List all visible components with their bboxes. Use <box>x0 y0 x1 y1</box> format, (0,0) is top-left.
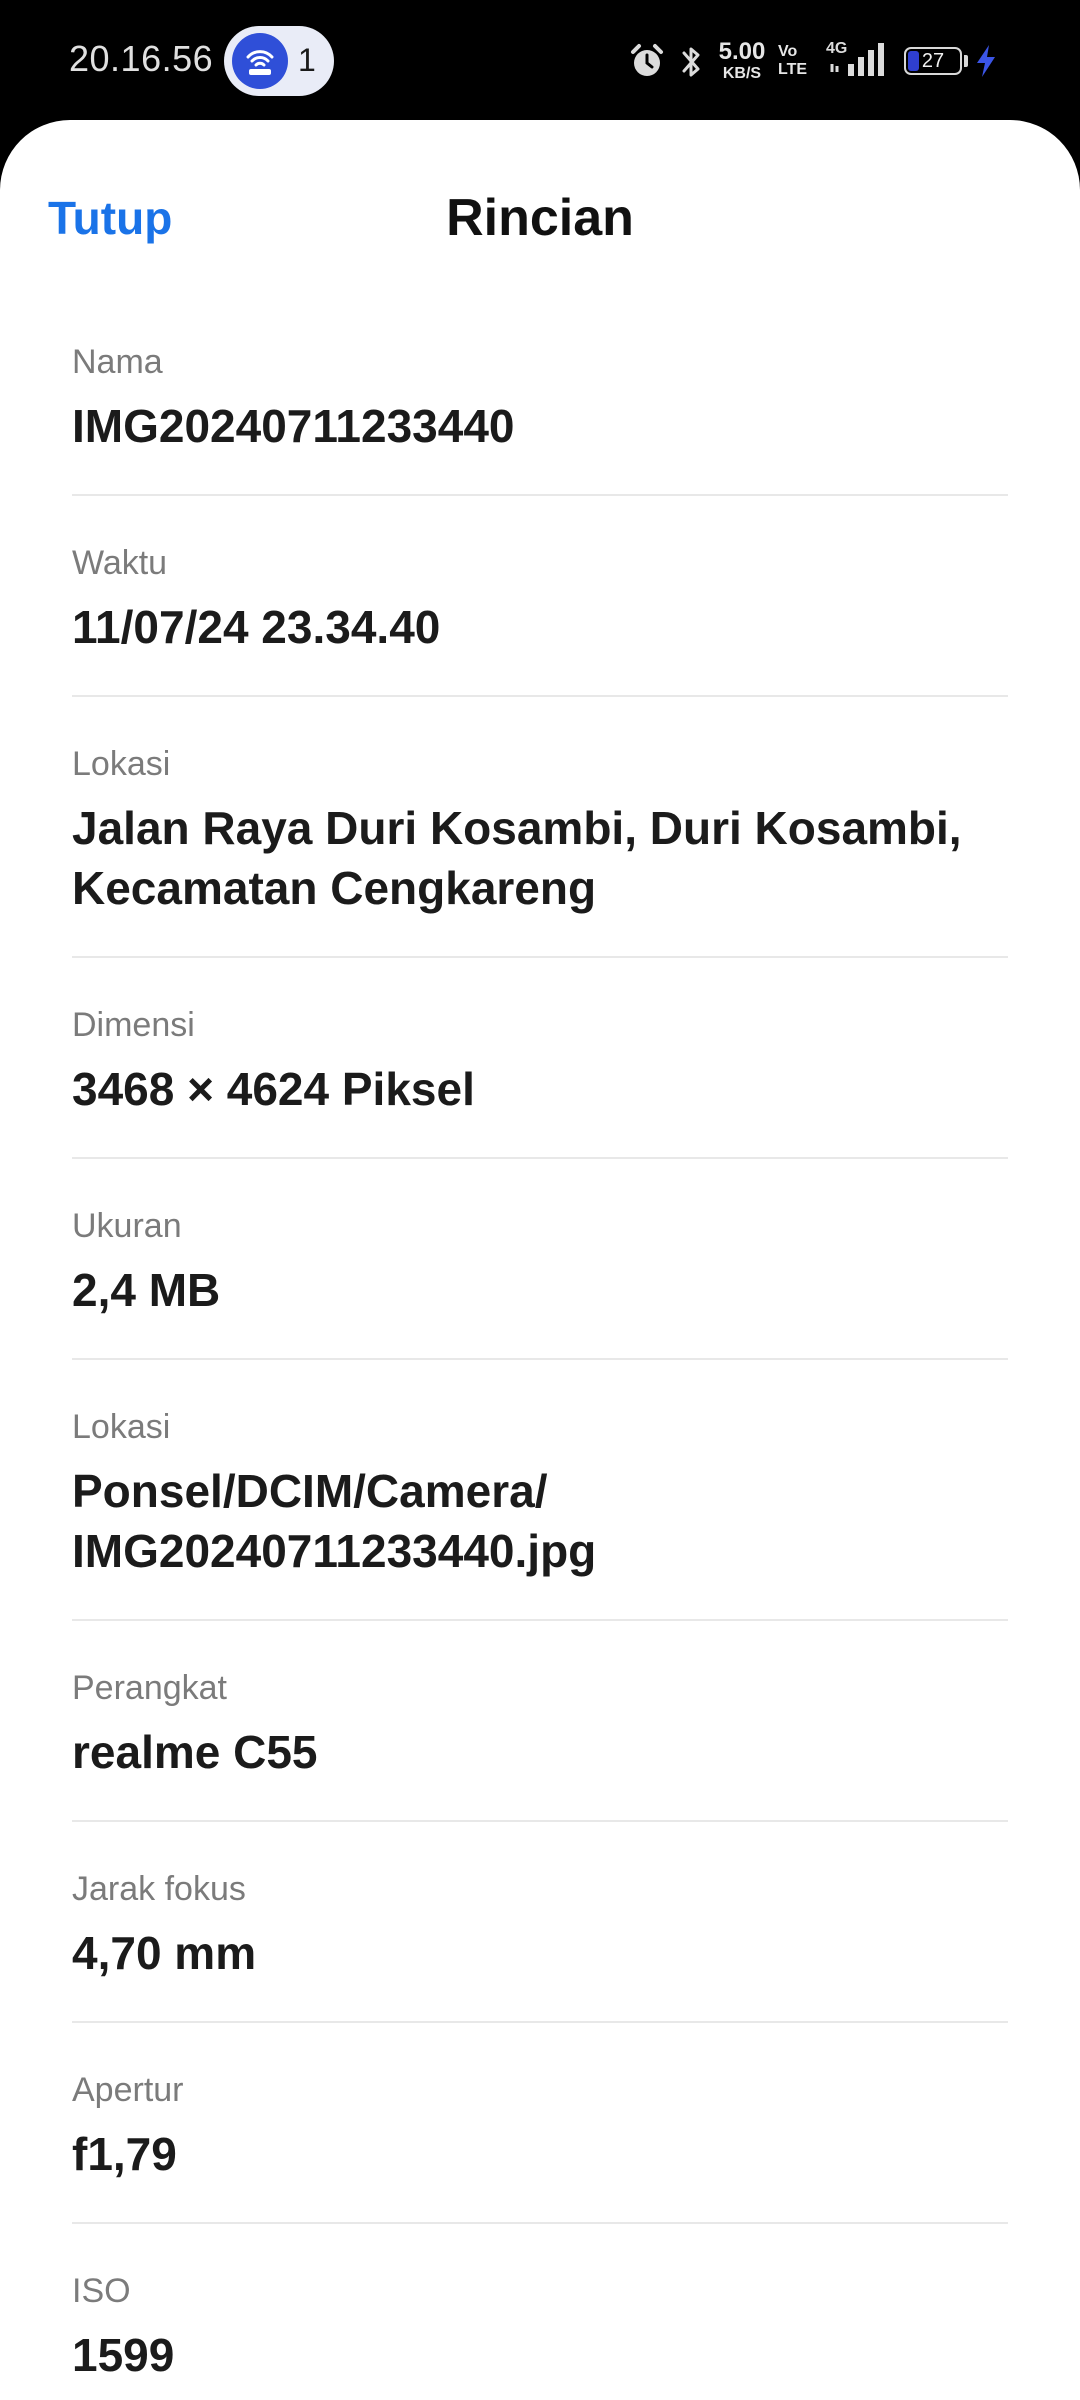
hotspot-icon <box>232 33 288 89</box>
detail-item-path: Lokasi Ponsel/DCIM/Camera/ IMG2024071123… <box>72 1360 1008 1621</box>
detail-label: ISO <box>72 2272 131 2310</box>
detail-item-aperture: Apertur f1,79 <box>72 2023 1008 2224</box>
detail-value: IMG20240711233440 <box>72 400 515 452</box>
detail-item-focal-length: Jarak fokus 4,70 mm <box>72 1822 1008 2023</box>
detail-label: Apertur <box>72 2071 184 2109</box>
detail-label: Jarak fokus <box>72 1870 246 1908</box>
status-bar: 20.16.56 1 5.00 KB/S Vo LTE 4G 27 <box>0 0 1080 120</box>
detail-value: 2,4 MB <box>72 1264 221 1316</box>
detail-item-iso: ISO 1599 <box>72 2224 1008 2400</box>
charging-bolt-icon <box>977 45 995 77</box>
detail-value: 4,70 mm <box>72 1927 257 1979</box>
detail-label: Dimensi <box>72 1006 195 1044</box>
detail-label: Perangkat <box>72 1669 227 1707</box>
detail-value: 1599 <box>72 2329 175 2381</box>
net-speed-unit: KB/S <box>722 65 762 82</box>
detail-value: 3468 × 4624 Piksel <box>72 1063 475 1115</box>
sheet-header: Tutup Rincian <box>0 120 1080 295</box>
detail-item-dimensions: Dimensi 3468 × 4624 Piksel <box>72 958 1008 1159</box>
signal-icon: 4G <box>826 40 890 80</box>
detail-label: Lokasi <box>72 1408 171 1446</box>
battery-icon: 27 <box>904 47 962 75</box>
detail-item-location: Lokasi Jalan Raya Duri Kosambi, Duri Kos… <box>72 697 1008 958</box>
detail-label: Ukuran <box>72 1207 182 1245</box>
battery-tip <box>964 55 968 67</box>
net-speed: 5.00 KB/S <box>714 40 770 82</box>
detail-value: 11/07/24 23.34.40 <box>72 601 441 653</box>
detail-label: Lokasi <box>72 745 171 783</box>
detail-item-name: Nama IMG20240711233440 <box>72 295 1008 496</box>
battery-level: 27 <box>921 50 945 72</box>
detail-item-time: Waktu 11/07/24 23.34.40 <box>72 496 1008 697</box>
alarm-icon <box>631 44 663 76</box>
detail-value: Jalan Raya Duri Kosambi, Duri Kosambi, K… <box>72 802 962 914</box>
detail-value: Ponsel/DCIM/Camera/ IMG20240711233440.jp… <box>72 1465 597 1577</box>
hotspot-indicator[interactable]: 1 <box>224 26 334 96</box>
net-speed-value: 5.00 <box>718 38 766 65</box>
detail-label: Nama <box>72 343 163 381</box>
details-sheet: Tutup Rincian Nama IMG20240711233440 Wak… <box>0 120 1080 2400</box>
screen: 20.16.56 1 5.00 KB/S Vo LTE 4G 27 Tutup … <box>0 0 1080 2400</box>
detail-value: realme C55 <box>72 1726 318 1778</box>
detail-label: Waktu <box>72 544 168 582</box>
volte-top: Vo <box>778 43 798 60</box>
bluetooth-icon <box>682 47 700 77</box>
detail-list: Nama IMG20240711233440 Waktu 11/07/24 23… <box>72 295 1008 2400</box>
volte-indicator: Vo LTE <box>778 44 807 78</box>
volte-bottom: LTE <box>778 61 808 78</box>
detail-item-device: Perangkat realme C55 <box>72 1621 1008 1822</box>
page-title: Rincian <box>446 189 634 247</box>
detail-value: f1,79 <box>72 2128 177 2180</box>
hotspot-count: 1 <box>298 42 316 78</box>
status-time: 20.16.56 <box>69 38 214 79</box>
detail-item-size: Ukuran 2,4 MB <box>72 1159 1008 1360</box>
